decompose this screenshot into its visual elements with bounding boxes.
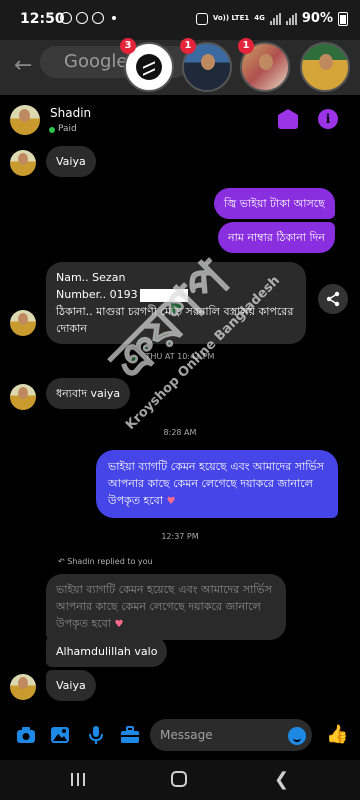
network-label: Vo)) LTE1 bbox=[212, 14, 250, 22]
battery-icon bbox=[338, 11, 348, 26]
address-location-line: ঠিকানা.. মাগুরা চরগণী মোড় সরনালি বস্ত্র… bbox=[56, 305, 294, 335]
message-out[interactable]: নাম নাম্বার ঠিকানা দিন bbox=[218, 222, 335, 253]
more-notifications-dot bbox=[112, 16, 116, 20]
messenger-notification-icon bbox=[60, 12, 72, 24]
contact-avatar-small bbox=[10, 674, 36, 700]
contact-name[interactable]: Shadin bbox=[50, 106, 91, 120]
status-time: 12:50 bbox=[20, 11, 65, 27]
timestamp: 12:37 PM bbox=[161, 532, 199, 541]
recents-button[interactable] bbox=[71, 773, 85, 786]
heart-icon: ♥ bbox=[166, 496, 176, 507]
status-indicators: Vo)) LTE1 4G 90% bbox=[195, 11, 348, 26]
share-icon bbox=[326, 291, 340, 307]
notification-icons bbox=[60, 12, 116, 24]
address-name-line: Nam.. Sezan bbox=[56, 271, 126, 284]
messenger-notification-icon bbox=[92, 12, 104, 24]
mic-icon[interactable] bbox=[86, 726, 106, 744]
contact-avatar[interactable] bbox=[10, 105, 40, 135]
image-icon[interactable] bbox=[50, 726, 70, 744]
home-button[interactable] bbox=[171, 771, 187, 787]
contact-avatar-small bbox=[10, 150, 36, 176]
signal-icon bbox=[285, 12, 297, 25]
address-number-line: Number.. 0193 bbox=[56, 286, 296, 303]
message-in[interactable]: Alhamdulillah valo bbox=[46, 636, 168, 667]
contact-avatar-small bbox=[10, 384, 36, 410]
contact-avatar-small bbox=[10, 310, 36, 336]
chat-heads-overlay: ← Google 3 1 1 bbox=[0, 38, 360, 95]
share-button[interactable] bbox=[318, 284, 348, 314]
message-in-address[interactable]: Nam.. Sezan Number.. 0193 ঠিকানা.. মাগুর… bbox=[46, 262, 306, 344]
unread-badge: 3 bbox=[120, 38, 136, 54]
tag-icon[interactable] bbox=[278, 109, 298, 129]
back-button[interactable]: ❮ bbox=[274, 769, 289, 790]
network-type: 4G bbox=[254, 14, 265, 22]
unread-badge: 1 bbox=[238, 38, 254, 54]
back-arrow-icon[interactable]: ← bbox=[14, 53, 32, 78]
timestamp: 8:28 AM bbox=[163, 428, 197, 437]
briefcase-icon[interactable] bbox=[120, 726, 140, 744]
contact-label: Paid bbox=[58, 124, 77, 134]
chat-header: Shadin Paid i bbox=[0, 95, 360, 147]
quoted-message[interactable]: ভাইয়া ব্যাগটি কেমন হয়েছে এবং আমাদের সা… bbox=[46, 574, 286, 640]
alarm-icon bbox=[195, 12, 208, 25]
heart-icon: ♥ bbox=[114, 619, 124, 630]
thumbs-up-icon[interactable]: 👍 bbox=[326, 724, 348, 745]
messenger-notification-icon bbox=[76, 12, 88, 24]
chat-head-contact[interactable] bbox=[300, 42, 350, 92]
unread-badge: 1 bbox=[180, 38, 196, 54]
emoji-icon[interactable] bbox=[288, 727, 306, 745]
message-out[interactable]: ভাইয়া ব্যাগটি কেমন হয়েছে এবং আমাদের সা… bbox=[96, 450, 338, 518]
battery-percent: 90% bbox=[301, 11, 333, 26]
message-out[interactable]: জ্বি ভাইয়া টাকা আসছে bbox=[214, 188, 335, 219]
status-bar: 12:50 Vo)) LTE1 4G 90% bbox=[0, 0, 360, 40]
active-status-dot bbox=[49, 127, 55, 133]
message-in[interactable]: ধন্যবাদ vaiya bbox=[46, 378, 131, 409]
signal-icon bbox=[269, 12, 281, 25]
reply-note: ↶ Shadin replied to you bbox=[58, 557, 153, 566]
messenger-icon bbox=[136, 54, 162, 80]
info-icon[interactable]: i bbox=[318, 109, 338, 129]
message-composer: 👍 bbox=[0, 712, 360, 760]
timestamp: THU AT 10:42 PM bbox=[145, 352, 215, 361]
message-in[interactable]: Vaiya bbox=[46, 670, 96, 701]
system-nav-bar: ❮ bbox=[0, 760, 360, 800]
message-in[interactable]: Vaiya bbox=[46, 146, 96, 177]
camera-icon[interactable] bbox=[16, 726, 36, 744]
